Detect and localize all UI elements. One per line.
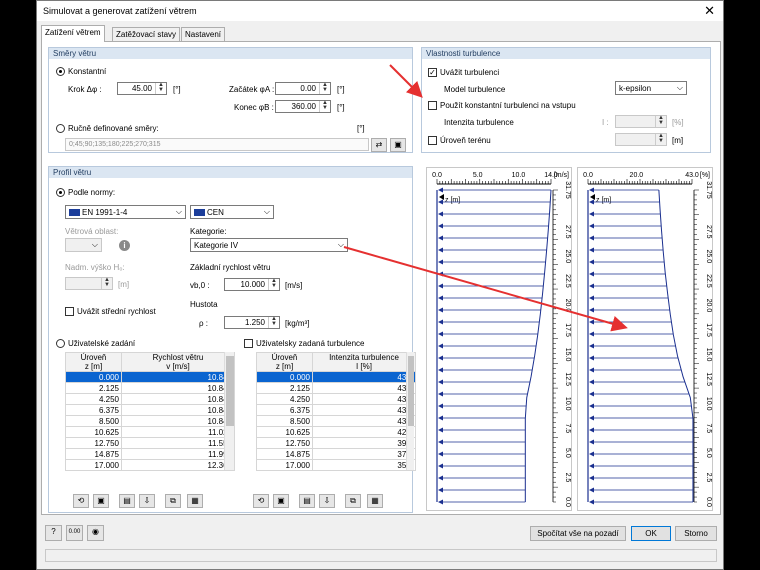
title-bar: Simulovat a generovat zatížení větrem ✕	[37, 1, 723, 21]
tab-load-cases[interactable]: Zatěžovací stavy	[112, 27, 181, 41]
annotation-overlay	[343, 64, 628, 332]
dialog-window: Simulovat a generovat zatížení větrem ✕ …	[36, 0, 724, 570]
calculate-background-button[interactable]: Spočítat vše na pozadí	[530, 526, 626, 541]
ok-button[interactable]: OK	[631, 526, 671, 541]
annotation-arrow-2	[343, 246, 628, 332]
help-icon[interactable]: ?	[45, 525, 62, 541]
tab-settings[interactable]: Nastavení	[181, 27, 226, 41]
tab-content: Směry větru Konstantní Krok Δφ : 45.00 ▲…	[41, 41, 721, 515]
eye-icon[interactable]: ◉	[87, 525, 104, 541]
cancel-button[interactable]: Storno	[675, 526, 717, 541]
annotation-arrow-1	[389, 64, 423, 98]
status-bar	[45, 549, 717, 562]
tab-wind-load[interactable]: Zatížení větrem	[41, 25, 105, 42]
window-title: Simulovat a generovat zatížení větrem	[43, 6, 197, 16]
units-icon[interactable]: 0.00	[66, 525, 83, 541]
close-icon[interactable]: ✕	[704, 3, 715, 19]
